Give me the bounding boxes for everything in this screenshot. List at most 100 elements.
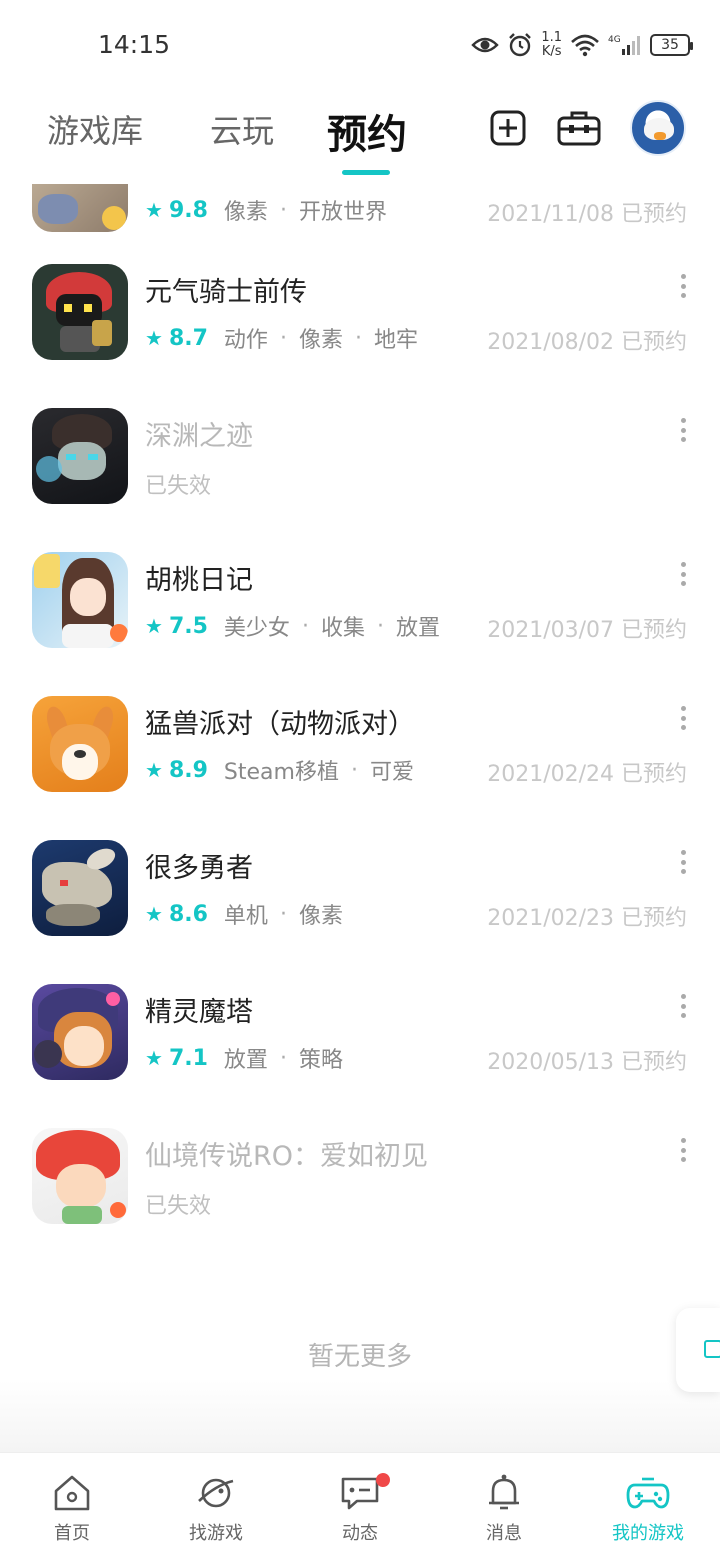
list-item[interactable]: 精灵魔塔 ★ 7.1 放置 · 策略 2020/05/13 已预约 bbox=[0, 984, 720, 1128]
game-title: 胡桃日记 bbox=[145, 565, 253, 596]
game-tag: 策略 bbox=[298, 1048, 343, 1073]
tag-separator: · bbox=[279, 197, 287, 223]
more-options-icon[interactable] bbox=[680, 850, 686, 874]
star-icon: ★ bbox=[145, 198, 163, 222]
alarm-icon bbox=[509, 33, 532, 57]
tag-separator: · bbox=[376, 613, 384, 639]
star-icon: ★ bbox=[145, 326, 163, 350]
game-tag: 像素 bbox=[223, 200, 268, 225]
list-item[interactable]: 胡桃日记 ★ 7.5 美少女 · 收集 · 放置 2021/03/07 已预约 bbox=[0, 552, 720, 696]
nav-my-games[interactable]: 我的游戏 bbox=[576, 1453, 720, 1560]
nav-label: 动态 bbox=[342, 1523, 378, 1544]
net-speed: 1.1 K/s bbox=[541, 31, 562, 59]
game-title: 很多勇者 bbox=[145, 853, 253, 884]
nav-messages[interactable]: 消息 bbox=[432, 1453, 576, 1560]
download-icon bbox=[704, 1340, 720, 1358]
user-avatar[interactable] bbox=[630, 100, 686, 156]
game-tag: 美少女 bbox=[223, 616, 290, 641]
tag-separator: · bbox=[279, 1045, 287, 1071]
more-options-icon[interactable] bbox=[680, 562, 686, 586]
eye-icon bbox=[471, 37, 500, 53]
game-score: 7.5 bbox=[168, 613, 208, 639]
game-score: 8.9 bbox=[168, 757, 208, 783]
tab-cloud-play[interactable]: 云玩 bbox=[210, 106, 274, 152]
game-score: 9.8 bbox=[168, 197, 208, 223]
game-title: 深渊之迹 bbox=[145, 421, 253, 452]
invalid-status: 已失效 bbox=[145, 1194, 212, 1219]
game-tag: 像素 bbox=[298, 328, 343, 353]
reservation-date: 2021/03/07 已预约 bbox=[487, 618, 687, 643]
reservation-date: 2021/02/23 已预约 bbox=[487, 906, 687, 931]
tag-separator: · bbox=[279, 901, 287, 927]
status-time: 14:15 bbox=[98, 30, 171, 59]
more-options-icon[interactable] bbox=[680, 994, 686, 1018]
reservation-date: 2021/11/08 已预约 bbox=[487, 202, 687, 227]
bottom-navigation: 首页 找游戏 动态 消息 我的游戏 bbox=[0, 1452, 720, 1560]
tab-reservations[interactable]: 预约 bbox=[327, 102, 407, 160]
game-score: 8.7 bbox=[168, 325, 208, 351]
cell-signal-icon: 4G bbox=[608, 35, 640, 55]
game-icon bbox=[32, 696, 128, 792]
more-options-icon[interactable] bbox=[680, 1138, 686, 1162]
list-bottom-fade bbox=[0, 1380, 720, 1452]
game-tag: 单机 bbox=[223, 904, 268, 929]
game-icon bbox=[32, 552, 128, 648]
game-title: 精灵魔塔 bbox=[145, 997, 253, 1028]
game-meta: ★ 7.5 美少女 · 收集 · 放置 bbox=[145, 610, 440, 642]
game-tag: 收集 bbox=[320, 616, 365, 641]
tab-game-library[interactable]: 游戏库 bbox=[47, 106, 143, 152]
tag-separator: · bbox=[350, 757, 358, 783]
nav-find-games[interactable]: 找游戏 bbox=[144, 1453, 288, 1560]
bell-icon bbox=[489, 1474, 519, 1510]
game-tag: 像素 bbox=[298, 904, 343, 929]
home-icon bbox=[54, 1475, 90, 1511]
nav-home[interactable]: 首页 bbox=[0, 1453, 144, 1560]
game-title: 元气骑士前传 bbox=[145, 277, 307, 308]
nav-label: 我的游戏 bbox=[612, 1523, 684, 1544]
toolbox-icon[interactable] bbox=[557, 110, 601, 146]
game-tag: Steam移植 bbox=[223, 760, 339, 785]
tag-separator: · bbox=[279, 325, 287, 351]
game-tag: 地牢 bbox=[373, 328, 418, 353]
add-icon[interactable] bbox=[490, 110, 526, 146]
more-options-icon[interactable] bbox=[680, 274, 686, 298]
more-options-icon[interactable] bbox=[680, 706, 686, 730]
game-icon bbox=[32, 984, 128, 1080]
invalid-status: 已失效 bbox=[145, 474, 212, 499]
planet-icon bbox=[198, 1478, 234, 1508]
nav-activity[interactable]: 动态 bbox=[288, 1453, 432, 1560]
list-item[interactable]: 仙境传说RO：爱如初见 已失效 bbox=[0, 1128, 720, 1272]
tag-separator: · bbox=[354, 325, 362, 351]
game-meta: ★ 9.8 像素 · 开放世界 bbox=[145, 194, 387, 226]
list-item[interactable]: 深渊之迹 已失效 bbox=[0, 408, 720, 552]
more-options-icon[interactable] bbox=[680, 418, 686, 442]
list-item[interactable]: 猛兽派对（动物派对） ★ 8.9 Steam移植 · 可爱 2021/02/24… bbox=[0, 696, 720, 840]
game-icon bbox=[32, 1128, 128, 1224]
end-of-list-text: 暂无更多 bbox=[307, 1342, 412, 1372]
game-tag: 动作 bbox=[223, 328, 268, 353]
nav-label: 找游戏 bbox=[189, 1523, 243, 1544]
floating-download-button[interactable] bbox=[676, 1308, 720, 1392]
nav-label: 首页 bbox=[54, 1523, 90, 1544]
game-icon bbox=[32, 264, 128, 360]
nav-label: 消息 bbox=[486, 1523, 522, 1544]
tag-separator: · bbox=[301, 613, 309, 639]
list-item[interactable]: 很多勇者 ★ 8.6 单机 · 像素 2021/02/23 已预约 bbox=[0, 840, 720, 984]
star-icon: ★ bbox=[145, 1046, 163, 1070]
status-bar: 14:15 1.1 K/s 4G 35 bbox=[0, 0, 720, 88]
game-title: 猛兽派对（动物派对） bbox=[145, 709, 415, 740]
game-meta: ★ 8.9 Steam移植 · 可爱 bbox=[145, 754, 414, 786]
game-meta: ★ 7.1 放置 · 策略 bbox=[145, 1042, 343, 1074]
chat-icon bbox=[341, 1477, 379, 1510]
game-score: 7.1 bbox=[168, 1045, 208, 1071]
star-icon: ★ bbox=[145, 758, 163, 782]
top-tab-bar: 游戏库 云玩 预约 bbox=[0, 88, 720, 184]
status-icons: 1.1 K/s 4G 35 bbox=[471, 28, 693, 62]
active-tab-indicator bbox=[342, 170, 390, 175]
game-tag: 可爱 bbox=[369, 760, 414, 785]
list-item[interactable]: 元气骑士前传 ★ 8.7 动作 · 像素 · 地牢 2021/08/02 已预约 bbox=[0, 264, 720, 408]
battery-indicator: 35 bbox=[650, 34, 693, 56]
notification-dot bbox=[376, 1473, 390, 1487]
wifi-icon bbox=[571, 34, 599, 57]
net-speed-unit: K/s bbox=[541, 44, 562, 59]
